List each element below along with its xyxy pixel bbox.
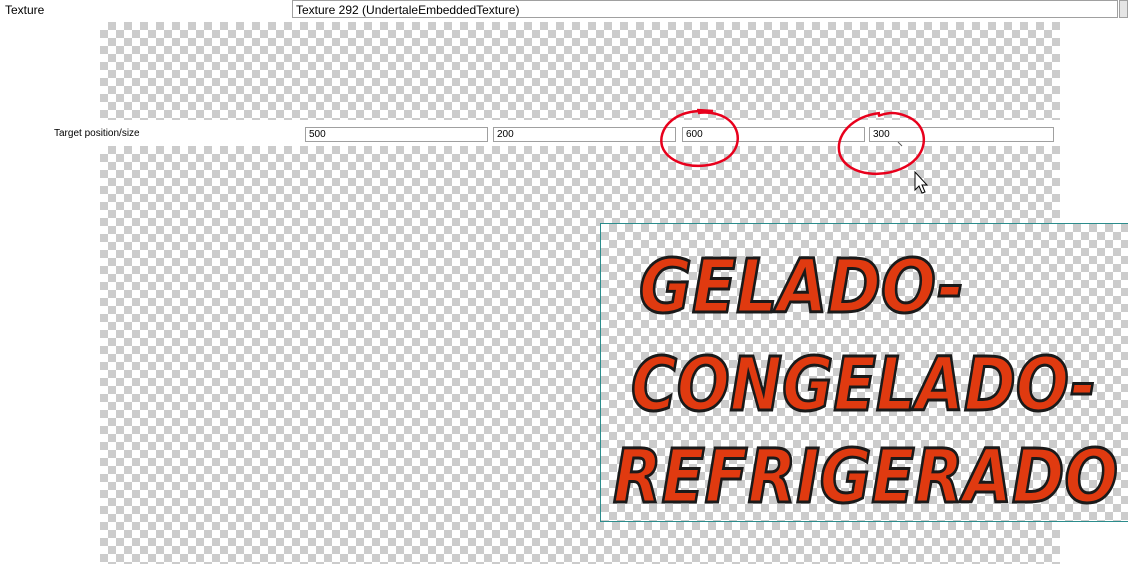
annotation-overlay [660,108,929,194]
text-cursor-icon [897,141,903,147]
annotation-circle-width [660,109,739,168]
annotation-circle-mark [696,108,714,113]
mouse-cursor-icon [914,170,929,194]
annotation-circle-height [837,111,926,176]
